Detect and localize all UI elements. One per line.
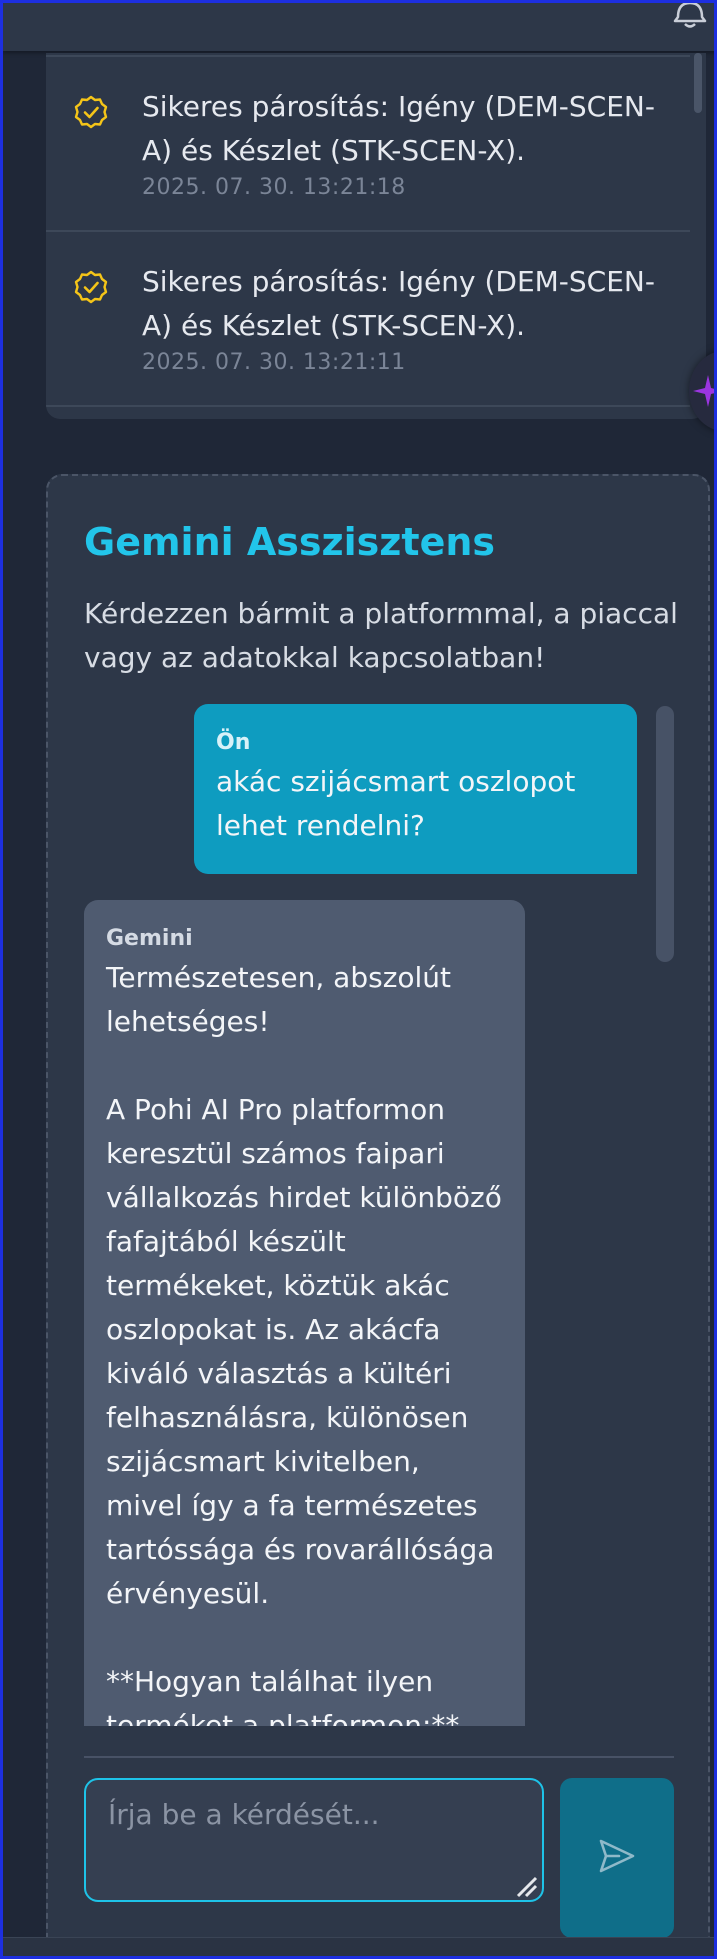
divider (84, 1756, 674, 1758)
top-bar (3, 3, 714, 51)
activity-item: Sikeres párosítás: Igény (DEM-SCEN-A) és… (46, 55, 690, 232)
assistant-message: Gemini Természetesen, abszolút lehetsége… (84, 900, 525, 1726)
bell-icon[interactable] (670, 3, 710, 31)
activity-log-card: Sikeres párosítás: Igény (DEM-SCEN-A) és… (46, 53, 706, 419)
activity-message: Sikeres párosítás: Igény (DEM-SCEN-A) és… (142, 90, 655, 167)
user-message: Ön akác szijácsmart oszlopot lehet rende… (194, 704, 637, 874)
send-icon (599, 1839, 635, 1873)
message-text: akác szijácsmart oszlopot lehet rendelni… (216, 765, 576, 842)
resize-handle-icon[interactable] (514, 1874, 538, 1898)
check-circle-icon (74, 95, 108, 129)
send-button[interactable] (560, 1778, 674, 1938)
activity-list: Sikeres párosítás: Igény (DEM-SCEN-A) és… (46, 53, 690, 407)
check-circle-icon (74, 270, 108, 304)
chat-scrollbar[interactable] (656, 706, 674, 962)
message-sender: Gemini (106, 926, 193, 951)
assistant-title: Gemini Asszisztens (84, 520, 496, 564)
app-frame: Sikeres párosítás: Igény (DEM-SCEN-A) és… (0, 0, 717, 1959)
chat-history[interactable]: Ön akác szijácsmart oszlopot lehet rende… (84, 704, 644, 1726)
question-input[interactable] (84, 1778, 544, 1902)
activity-timestamp: 2025. 07. 30. 13:21:11 (142, 350, 406, 375)
bottom-bar (3, 1937, 714, 1956)
activity-message: Sikeres párosítás: Igény (DEM-SCEN-A) és… (142, 265, 655, 342)
gemini-assistant-card: Gemini Asszisztens Kérdezzen bármit a pl… (46, 474, 710, 1956)
activity-timestamp: 2025. 07. 30. 13:21:18 (142, 175, 406, 200)
activity-scrollbar[interactable] (694, 53, 702, 113)
message-text: Természetesen, abszolút lehetséges! A Po… (106, 961, 502, 1726)
assistant-subtitle: Kérdezzen bármit a platformmal, a piacca… (84, 597, 678, 674)
activity-item: Sikeres párosítás: Igény (DEM-SCEN-A) és… (46, 230, 690, 407)
sparkle-icon (693, 375, 714, 407)
message-sender: Ön (216, 730, 251, 755)
